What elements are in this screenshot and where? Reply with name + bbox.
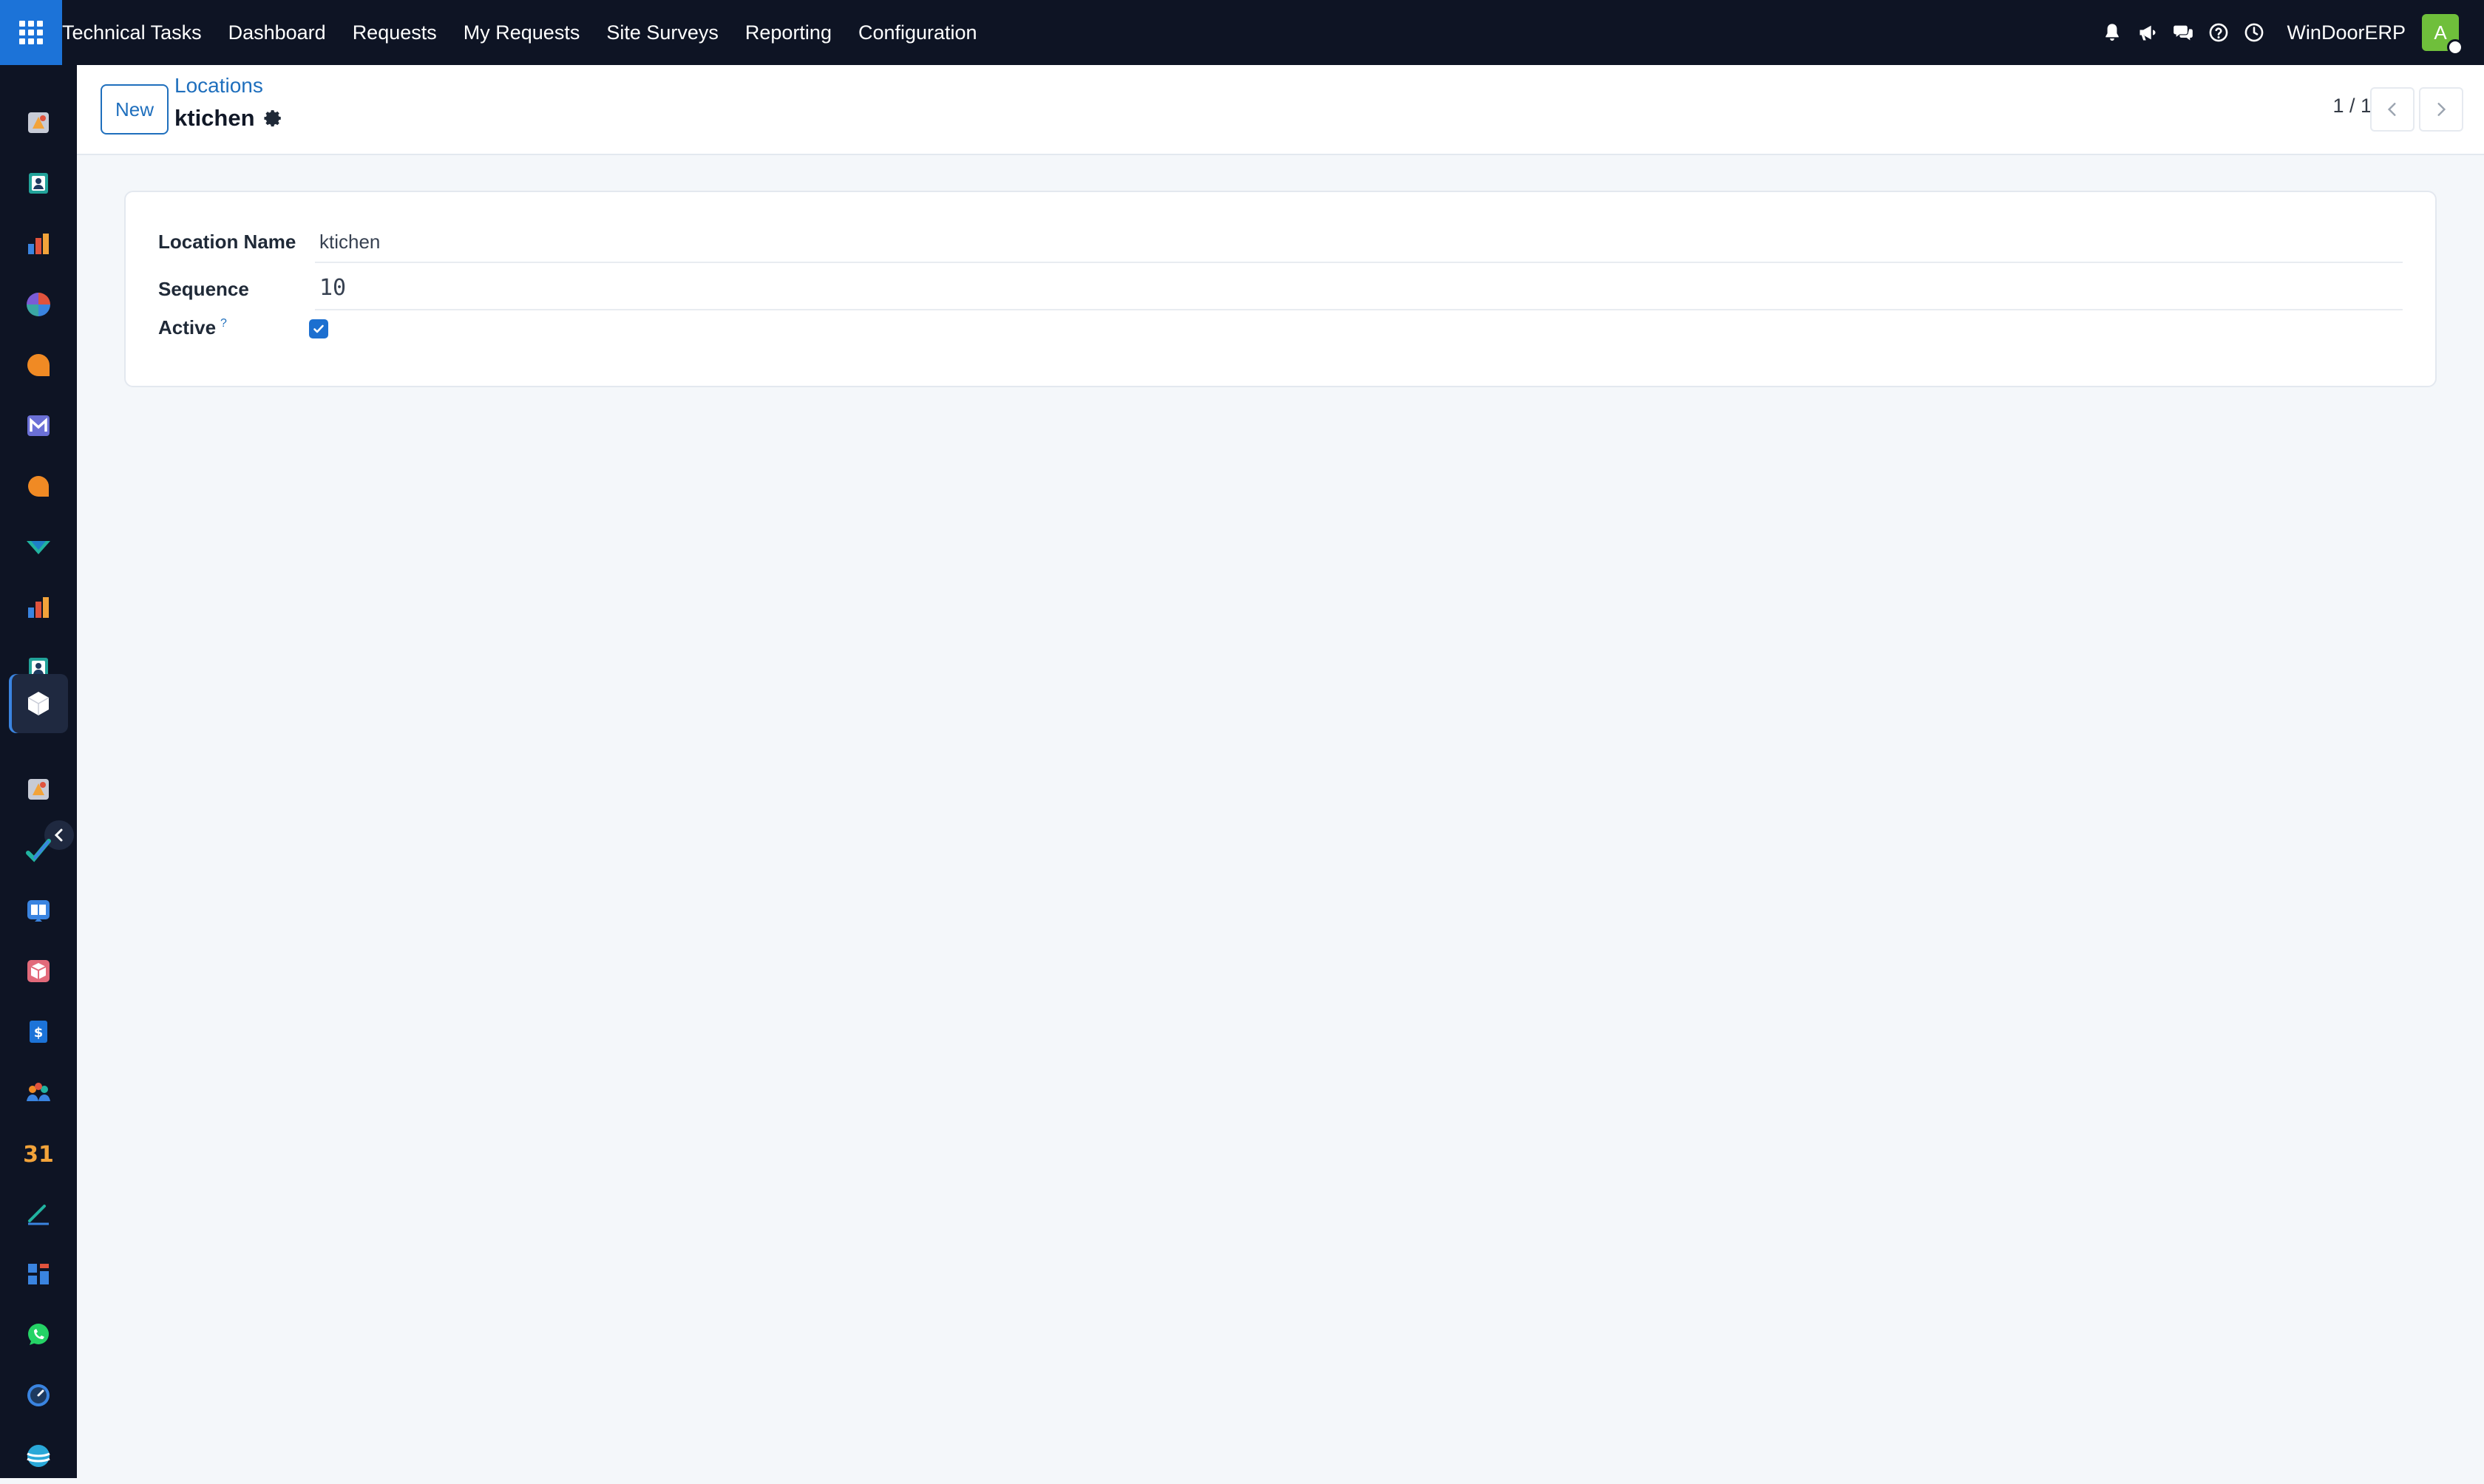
inventory-icon[interactable] [10,943,67,999]
whatsapp-icon[interactable] [10,1307,67,1363]
chat-icon[interactable] [2165,0,2201,65]
avatar-letter: A [2434,21,2447,44]
control-panel: New Locations ktichen 1 / 1 [77,65,2484,155]
reports-icon[interactable] [10,216,67,272]
form-sheet: Location Name ktichen Sequence 10 Active… [124,191,2437,387]
status-dot [2447,39,2463,55]
discuss-icon[interactable] [10,337,67,393]
location-name-field[interactable]: ktichen [319,231,380,253]
megaphone-icon[interactable] [2130,0,2165,65]
menu-site-surveys[interactable]: Site Surveys [593,0,732,65]
top-navbar: Technical Tasks Dashboard Requests My Re… [0,0,2484,65]
invoice-icon[interactable]: $ [10,1004,67,1060]
sequence-underline [315,309,2403,310]
breadcrumb-locations[interactable]: Locations [174,74,263,98]
app-menu-button[interactable] [0,0,62,65]
calendar-icon[interactable]: 31 [10,1125,67,1181]
sequence-label: Sequence [158,278,249,300]
sequence-field[interactable]: 10 [319,275,346,301]
active-help-icon[interactable]: ? [220,317,227,330]
bell-icon[interactable] [2094,0,2130,65]
chevron-right-icon [2437,103,2446,116]
main-menu: Technical Tasks Dashboard Requests My Re… [62,0,991,65]
active-checkbox[interactable] [309,319,328,338]
contacts-icon[interactable] [10,155,67,211]
active-label-text: Active [158,316,217,338]
checkmark-icon [313,324,324,333]
technical-tasks-icon[interactable] [9,674,68,733]
app-name[interactable]: Technical Tasks [62,0,215,65]
apps-grid-icon [19,21,43,44]
location-name-underline [315,262,2403,263]
menu-dashboard[interactable]: Dashboard [215,0,339,65]
employees-icon[interactable] [10,1064,67,1120]
help-icon[interactable] [2201,0,2236,65]
timer-icon[interactable] [10,1367,67,1423]
active-label: Active? [158,316,227,339]
location-name-label: Location Name [158,231,296,253]
systray: WinDoorERP A [2094,0,2484,65]
sign-icon[interactable] [10,1185,67,1242]
pie-icon[interactable] [10,276,67,333]
svg-text:$: $ [34,1025,44,1041]
menu-my-requests[interactable]: My Requests [450,0,594,65]
menu-configuration[interactable]: Configuration [845,0,991,65]
app-icon-2[interactable] [10,761,67,817]
app-icon-1[interactable] [10,95,67,151]
livechat-icon[interactable] [10,458,67,514]
avatar[interactable]: A [2422,14,2463,55]
dashboard-icon[interactable] [10,1246,67,1302]
record-title-text: ktichen [174,105,255,131]
menu-reporting[interactable]: Reporting [732,0,845,65]
company-name[interactable]: WinDoorERP [2272,21,2422,44]
calendar-day: 31 [24,1142,53,1168]
mail-icon[interactable] [10,398,67,454]
clock-icon[interactable] [2236,0,2272,65]
tasks-icon[interactable] [10,822,67,878]
menu-requests[interactable]: Requests [339,0,450,65]
app-sidebar: $ 31 [0,65,77,1478]
check-icon[interactable] [10,519,67,575]
website-icon[interactable] [10,1428,67,1484]
pager-value[interactable]: 1 / 1 [2332,95,2372,118]
chevron-left-icon [2387,103,2396,116]
knowledge-icon[interactable] [10,882,67,939]
gear-icon[interactable] [263,109,283,128]
record-title: ktichen [174,105,283,132]
new-button[interactable]: New [101,84,169,135]
pager-next-button[interactable] [2419,87,2463,132]
pager-previous-button[interactable] [2370,87,2415,132]
reports-icon-2[interactable] [10,579,67,636]
